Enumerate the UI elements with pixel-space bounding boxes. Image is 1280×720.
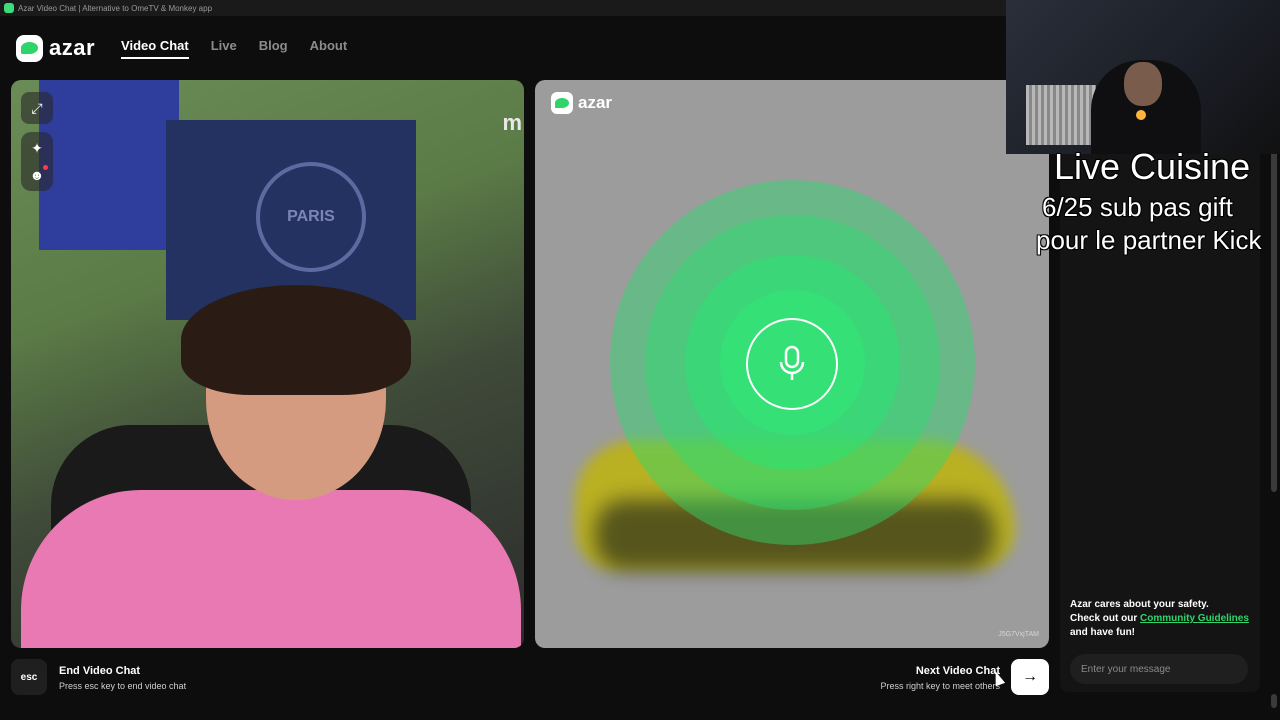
effects-toolbar: ✦ ☻ (21, 132, 53, 191)
scrollbar-arrow[interactable] (1271, 694, 1277, 708)
webcam-light (1136, 110, 1146, 120)
next-chat-hint: Press right key to meet others (880, 681, 1000, 691)
community-guidelines-link[interactable]: Community Guidelines (1140, 613, 1249, 624)
safety-line1: Azar cares about your safety. (1070, 599, 1209, 610)
page: Azar Video Chat | Alternative to OmeTV &… (0, 0, 1280, 720)
face-filter-icon[interactable]: ☻ (30, 165, 49, 183)
stream-overlay-title: Live Cuisine (1054, 146, 1251, 187)
microphone-icon (779, 345, 805, 380)
azar-favicon-icon (4, 3, 14, 13)
next-chat-button[interactable]: → (1011, 659, 1049, 695)
expand-button[interactable]: ⤢ (21, 92, 53, 124)
arrow-right-icon: → (1022, 668, 1038, 685)
azar-logo-icon (16, 34, 43, 62)
azar-logo[interactable]: azar (16, 34, 96, 62)
safety-prefix: Check out our (1070, 613, 1141, 624)
expand-icon: ⤢ (31, 99, 43, 116)
end-chat-hint: Press esc key to end video chat (59, 681, 187, 691)
person-hair (181, 285, 411, 395)
webcam-face (1124, 62, 1162, 106)
poster-badge: PARIS (256, 162, 366, 272)
self-video: PARIS m ⤢ ✦ ☻ (11, 80, 524, 648)
chat-message-input[interactable] (1070, 654, 1248, 684)
person-body (21, 490, 521, 648)
end-chat-title: End Video Chat (59, 665, 141, 677)
site-header: azar Video Chat Live Blog About (0, 16, 1060, 80)
partner-video-logo: azar (551, 92, 612, 114)
notification-dot (43, 165, 49, 170)
sparkle-icon[interactable]: ✦ (31, 140, 43, 157)
microphone-button[interactable] (746, 318, 838, 410)
azar-logo-icon (551, 92, 573, 114)
nav-video-chat[interactable]: Video Chat (121, 38, 189, 59)
browser-tab[interactable]: Azar Video Chat | Alternative to OmeTV &… (0, 0, 1006, 16)
azar-logo-text: azar (49, 35, 96, 60)
edge-letter: m (502, 110, 522, 135)
stream-overlay-line2: pour le partner Kick (1036, 225, 1262, 255)
nav-live[interactable]: Live (211, 38, 237, 59)
streamer-webcam (1006, 0, 1280, 154)
nav-about[interactable]: About (310, 38, 348, 59)
webcam-radiator (1026, 85, 1096, 145)
partner-video-logo-text: azar (578, 93, 613, 112)
main-nav: Video Chat Live Blog About (121, 38, 347, 59)
video-tools: ⤢ ✦ ☻ (21, 92, 53, 191)
next-chat-title: Next Video Chat (915, 665, 1000, 677)
stream-overlay-line1: 6/25 sub pas gift (1042, 192, 1233, 222)
safety-suffix: and have fun! (1070, 627, 1136, 638)
partner-video: azar J5G7VxjTAM (535, 80, 1049, 648)
nav-blog[interactable]: Blog (259, 38, 288, 59)
session-watermark: J5G7VxjTAM (998, 631, 1039, 638)
background-flag (39, 80, 179, 250)
safety-notice: Azar cares about your safety. Check out … (1070, 598, 1250, 640)
browser-tab-title: Azar Video Chat | Alternative to OmeTV &… (18, 3, 213, 13)
end-chat-button[interactable]: esc (11, 659, 47, 695)
